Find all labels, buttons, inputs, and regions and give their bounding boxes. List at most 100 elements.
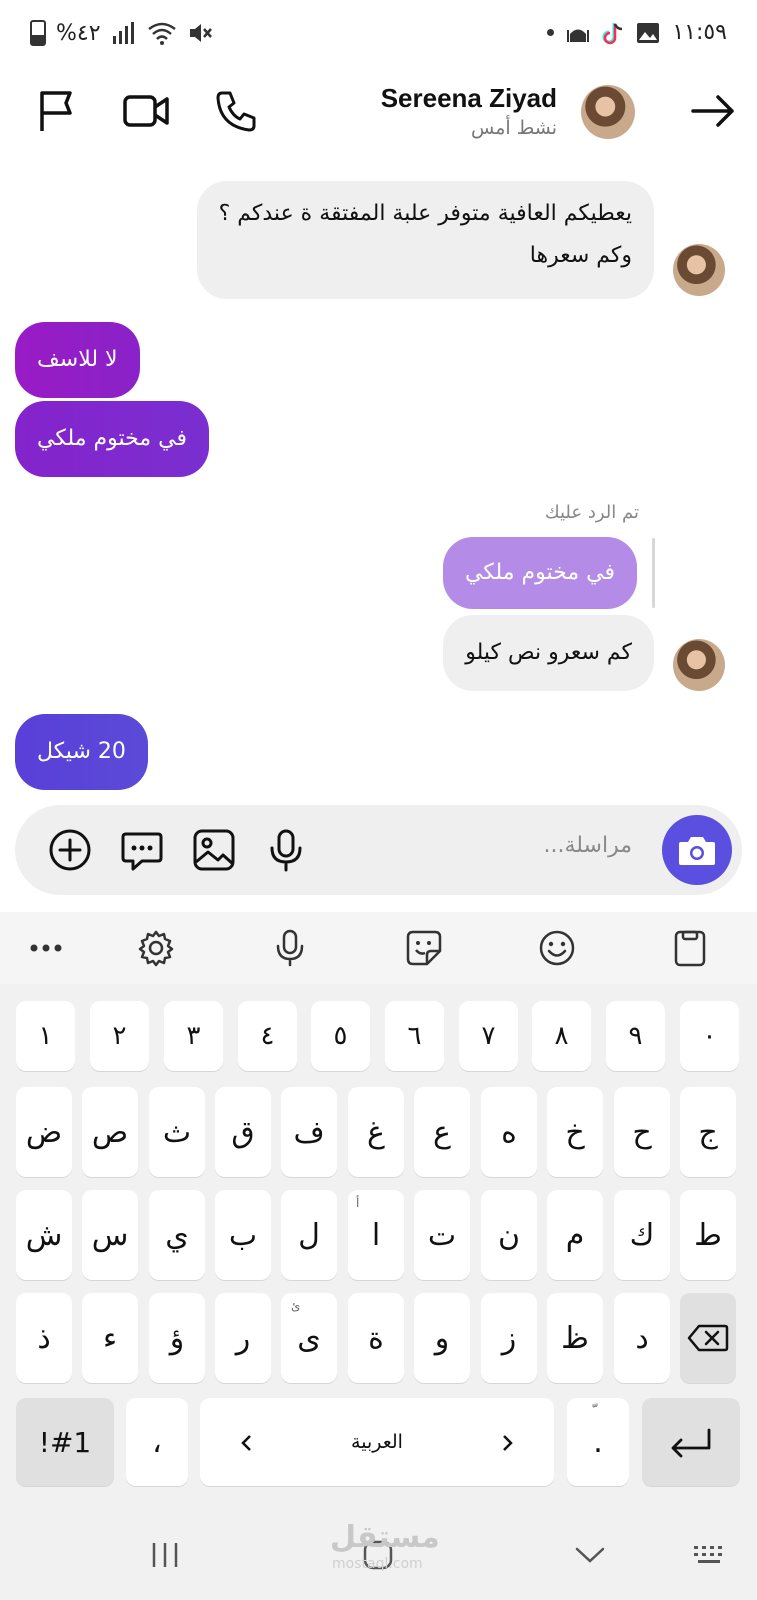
battery-percent: %٤٢ — [56, 20, 101, 46]
key-letter[interactable]: ع — [414, 1087, 470, 1177]
message-text: كم سعرو نص كيلو — [465, 640, 632, 665]
key-letter[interactable]: س — [82, 1190, 138, 1280]
chevron-right-icon — [503, 1435, 513, 1451]
key-letter[interactable]: ث — [149, 1087, 205, 1177]
back-arrow-icon[interactable] — [687, 85, 739, 137]
flag-icon[interactable] — [30, 85, 82, 137]
phone-icon[interactable] — [210, 85, 262, 137]
camera-button[interactable] — [662, 815, 732, 885]
key-letter[interactable]: ز — [481, 1293, 537, 1383]
key-0[interactable]: ٠ — [680, 1001, 739, 1071]
space-key[interactable]: العربية — [200, 1398, 554, 1486]
backspace-icon — [687, 1324, 729, 1352]
chat-thread[interactable]: يعطيكم العافية متوفر علبة المفتقة ة عندك… — [0, 170, 757, 800]
key-label: ى — [297, 1320, 321, 1356]
sticker-icon[interactable] — [402, 926, 446, 970]
message-composer[interactable]: مراسلة... — [15, 805, 742, 895]
more-icon[interactable] — [24, 926, 68, 970]
mosque-icon — [567, 29, 590, 42]
key-letter[interactable]: ؤ — [149, 1293, 205, 1383]
watermark-url: mostaql.com — [332, 1556, 423, 1572]
key-alef[interactable]: ا أ — [348, 1190, 404, 1280]
message-input[interactable]: مراسلة... — [543, 833, 632, 858]
signal-icon — [112, 22, 134, 44]
gallery-icon — [637, 22, 660, 43]
key-letter[interactable]: غ — [348, 1087, 404, 1177]
key-2[interactable]: ٢ — [90, 1001, 149, 1071]
emoji-icon[interactable] — [535, 926, 579, 970]
wifi-icon — [147, 22, 176, 45]
contact-name[interactable]: Sereena Ziyad — [381, 83, 557, 114]
image-icon[interactable] — [191, 827, 237, 873]
key-letter[interactable]: ه — [481, 1087, 537, 1177]
key-letter[interactable]: ط — [680, 1190, 736, 1280]
key-8[interactable]: ٨ — [532, 1001, 591, 1071]
key-letter[interactable]: ذ — [16, 1293, 72, 1383]
chevron-left-icon — [241, 1435, 251, 1451]
key-letter[interactable]: ص — [82, 1087, 138, 1177]
key-9[interactable]: ٩ — [606, 1001, 665, 1071]
key-3[interactable]: ٣ — [164, 1001, 223, 1071]
key-1[interactable]: ١ — [16, 1001, 75, 1071]
message-incoming[interactable]: يعطيكم العافية متوفر علبة المفتقة ة عندك… — [196, 181, 654, 299]
quoted-text: في مختوم ملكي — [464, 560, 615, 585]
key-letter[interactable]: ر — [215, 1293, 271, 1383]
sender-avatar[interactable] — [673, 244, 725, 296]
video-icon[interactable] — [120, 85, 172, 137]
clipboard-icon[interactable] — [668, 926, 712, 970]
key-letter[interactable]: ظ — [547, 1293, 603, 1383]
key-letter[interactable]: ن — [481, 1190, 537, 1280]
period-key[interactable]: . ّ — [567, 1398, 629, 1486]
key-letter[interactable]: ض — [16, 1087, 72, 1177]
key-letter[interactable]: ة — [348, 1293, 404, 1383]
message-incoming[interactable]: كم سعرو نص كيلو — [443, 615, 654, 691]
message-outgoing[interactable]: 20 شيكل — [15, 714, 148, 790]
key-letter[interactable]: ل — [281, 1190, 337, 1280]
contact-avatar[interactable] — [581, 85, 635, 139]
key-letter[interactable]: خ — [547, 1087, 603, 1177]
tiktok-icon — [602, 22, 623, 44]
backspace-key[interactable] — [680, 1293, 736, 1383]
key-5[interactable]: ٥ — [311, 1001, 370, 1071]
key-letter[interactable]: ك — [614, 1190, 670, 1280]
recent-apps-icon[interactable] — [145, 1535, 185, 1575]
key-7[interactable]: ٧ — [459, 1001, 518, 1071]
chat-bubble-icon[interactable] — [119, 827, 165, 873]
key-6[interactable]: ٦ — [385, 1001, 444, 1071]
comma-key[interactable]: ، — [126, 1398, 188, 1486]
key-hint: ئ — [291, 1299, 301, 1313]
sender-avatar[interactable] — [673, 639, 725, 691]
space-label: العربية — [351, 1431, 403, 1453]
add-icon[interactable] — [47, 827, 93, 873]
key-letter[interactable]: ء — [82, 1293, 138, 1383]
voice-input-icon[interactable] — [268, 926, 312, 970]
keyboard-toolbar — [0, 912, 757, 984]
key-letter[interactable]: ت — [414, 1190, 470, 1280]
key-letter[interactable]: م — [547, 1190, 603, 1280]
key-letter[interactable]: ي — [149, 1190, 205, 1280]
key-alef-maqsura[interactable]: ى ئ — [281, 1293, 337, 1383]
key-letter[interactable]: ب — [215, 1190, 271, 1280]
quoted-message[interactable]: في مختوم ملكي — [442, 537, 637, 609]
key-letter[interactable]: ش — [16, 1190, 72, 1280]
hide-keyboard-icon[interactable] — [570, 1535, 610, 1575]
symbols-key[interactable]: !#1 — [16, 1398, 114, 1486]
clock: ١١:٥٩ — [672, 20, 727, 45]
key-letter[interactable]: د — [614, 1293, 670, 1383]
keyboard-switch-icon[interactable] — [690, 1535, 730, 1575]
message-line: يعطيكم العافية متوفر علبة المفتقة ة عندك… — [218, 201, 632, 226]
key-letter[interactable]: ق — [215, 1087, 271, 1177]
enter-key[interactable] — [642, 1398, 740, 1486]
watermark-logo: مستقل — [330, 1520, 440, 1555]
message-outgoing[interactable]: في مختوم ملكي — [15, 401, 210, 477]
key-hint: أ — [356, 1196, 360, 1210]
battery-icon — [30, 20, 46, 46]
key-letter[interactable]: و — [414, 1293, 470, 1383]
message-outgoing[interactable]: لا للاسف — [15, 322, 140, 398]
key-letter[interactable]: ح — [614, 1087, 670, 1177]
mic-icon[interactable] — [263, 827, 309, 873]
key-4[interactable]: ٤ — [238, 1001, 297, 1071]
key-letter[interactable]: ج — [680, 1087, 736, 1177]
settings-icon[interactable] — [134, 926, 178, 970]
key-letter[interactable]: ف — [281, 1087, 337, 1177]
